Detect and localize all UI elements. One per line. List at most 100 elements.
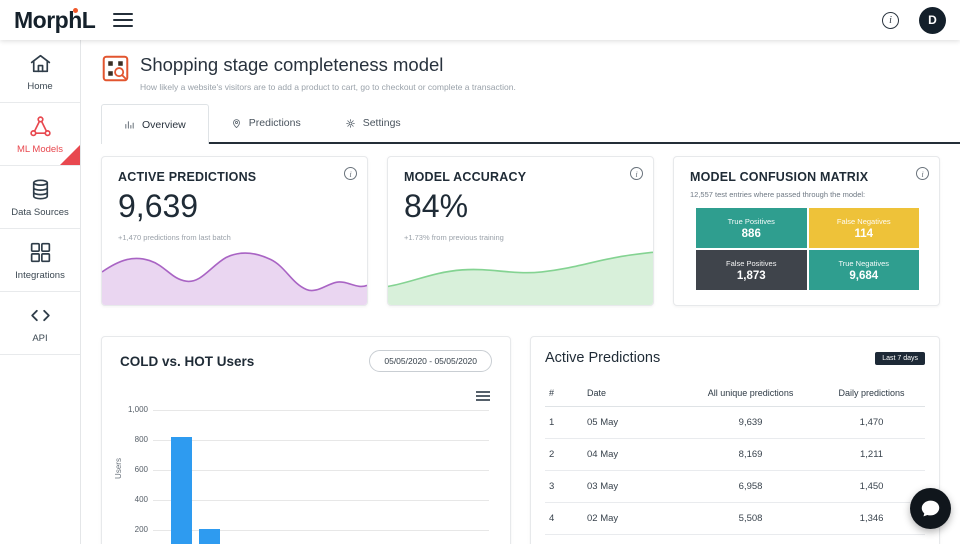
info-glyph: i — [635, 168, 638, 179]
user-avatar[interactable]: D — [919, 6, 946, 34]
predictions-table: # Date All unique predictions Daily pred… — [545, 380, 925, 535]
help-info-icon[interactable]: i — [882, 11, 899, 29]
last-7-days-badge: Last 7 days — [875, 352, 925, 365]
col-header-date: Date — [583, 380, 683, 407]
sidebar-item-home[interactable]: Home — [0, 40, 80, 103]
tab-label: Predictions — [248, 117, 301, 129]
y-tick: 400 — [134, 495, 148, 504]
plot-area — [153, 386, 489, 544]
cm-cell-false-positives: False Positives 1,873 — [696, 250, 807, 290]
y-tick: 800 — [134, 435, 148, 444]
chat-widget-button[interactable] — [910, 488, 951, 529]
active-predictions-panel: Active Predictions Last 7 days # Date Al… — [530, 336, 940, 544]
app-logo[interactable]: MorphL — [14, 6, 96, 34]
cm-cell-value: 9,684 — [849, 269, 879, 282]
info-icon[interactable]: i — [630, 167, 643, 180]
green-area-chart — [388, 251, 653, 305]
y-tick: 1,000 — [127, 405, 148, 414]
topbar: MorphL i D — [0, 0, 960, 40]
date-range-picker[interactable]: 05/05/2020 - 05/05/2020 — [369, 350, 492, 372]
tab-settings[interactable]: Settings — [322, 104, 423, 144]
cell-index: 4 — [545, 502, 583, 535]
cell-index: 3 — [545, 470, 583, 503]
card-title: ACTIVE PREDICTIONS — [118, 170, 257, 184]
cm-cell-false-negatives: False Negatives 114 — [808, 208, 919, 248]
sidebar-item-label: API — [32, 332, 48, 344]
info-icon[interactable]: i — [344, 167, 357, 180]
gear-icon — [345, 118, 355, 128]
integrations-icon — [30, 242, 50, 262]
cell-index: 2 — [545, 438, 583, 471]
col-header-all-unique: All unique predictions — [683, 380, 819, 407]
col-header-daily: Daily predictions — [818, 380, 925, 407]
cm-cell-true-positives: True Positives 886 — [696, 208, 807, 248]
cell-all-unique: 9,639 — [683, 406, 819, 439]
confusion-matrix-grid: True Positives 886 False Negatives 114 F… — [696, 208, 919, 290]
code-icon — [30, 309, 50, 321]
cm-cell-label: True Positives — [727, 216, 775, 226]
sidebar-item-data-sources[interactable]: Data Sources — [0, 166, 80, 229]
cell-date: 02 May — [583, 502, 683, 535]
cm-cell-label: False Negatives — [836, 216, 891, 226]
cm-cell-label: False Positives — [726, 258, 777, 268]
cell-index: 1 — [545, 406, 583, 439]
info-glyph: i — [921, 168, 924, 179]
cell-daily: 1,211 — [818, 438, 925, 471]
card-title: MODEL ACCURACY — [404, 170, 527, 184]
model-header-text: Shopping stage completeness model How li… — [140, 54, 516, 92]
tab-label: Settings — [362, 117, 401, 129]
cell-date: 03 May — [583, 470, 683, 503]
confusion-matrix-subtitle: 12,557 test entries where passed through… — [690, 190, 866, 199]
sidebar-item-label: Data Sources — [11, 206, 69, 218]
chat-bubble-icon — [921, 500, 940, 517]
sidebar-item-api[interactable]: API — [0, 292, 80, 355]
purple-area-chart — [102, 252, 367, 305]
cm-cell-true-negatives: True Negatives 9,684 — [808, 250, 919, 290]
tab-overview[interactable]: Overview — [101, 104, 209, 144]
y-tick: 200 — [134, 525, 148, 534]
sidebar-item-ml-models[interactable]: ML Models — [0, 103, 80, 166]
tab-bar-spacer — [81, 104, 101, 144]
page-title: Shopping stage completeness model — [140, 54, 444, 75]
card-title: MODEL CONFUSION MATRIX — [690, 170, 869, 184]
sidebar-item-label: Home — [27, 80, 53, 92]
card-confusion-matrix: MODEL CONFUSION MATRIX i 12,557 test ent… — [673, 156, 940, 306]
card-model-accuracy: MODEL ACCURACY i 84% +1.73% from previou… — [387, 156, 654, 306]
col-header-number: # — [545, 380, 583, 407]
info-glyph: i — [349, 168, 352, 179]
sidebar-item-label: ML Models — [16, 143, 64, 155]
card-active-predictions: ACTIVE PREDICTIONS i 9,639 +1,470 predic… — [101, 156, 368, 306]
cell-all-unique: 8,169 — [683, 438, 819, 471]
info-glyph: i — [889, 14, 892, 26]
y-tick: 600 — [134, 465, 148, 474]
model-thumbnail-icon — [101, 54, 130, 88]
database-icon — [32, 179, 48, 199]
stat-value: 84% — [404, 188, 469, 224]
stats-row: ACTIVE PREDICTIONS i 9,639 +1,470 predic… — [101, 156, 940, 306]
cell-daily: 1,470 — [818, 406, 925, 439]
logo-text: MorphL — [14, 6, 96, 33]
cm-cell-label: True Negatives — [838, 258, 890, 268]
panels-row: COLD vs. HOT Users 05/05/2020 - 05/05/20… — [101, 336, 940, 544]
bar-cold-users — [171, 437, 192, 544]
cm-cell-value: 114 — [854, 227, 874, 240]
cm-cell-value: 1,873 — [736, 269, 766, 282]
tab-label: Overview — [142, 118, 186, 131]
tab-predictions[interactable]: Predictions — [208, 104, 323, 144]
menu-hamburger-icon[interactable] — [113, 9, 134, 31]
page-subtitle: How likely a website's visitors are to a… — [140, 82, 516, 92]
cell-date: 04 May — [583, 438, 683, 471]
stat-note: +1.73% from previous training — [404, 233, 504, 242]
table-row: 2 04 May 8,169 1,211 — [545, 438, 925, 471]
sidebar-item-integrations[interactable]: Integrations — [0, 229, 80, 292]
cell-date: 05 May — [583, 406, 683, 439]
cell-all-unique: 6,958 — [683, 470, 819, 503]
cell-all-unique: 5,508 — [683, 502, 819, 535]
table-row: 1 05 May 9,639 1,470 — [545, 406, 925, 439]
info-icon[interactable]: i — [916, 167, 929, 180]
stat-value: 9,639 — [118, 188, 199, 224]
users-bar-chart: Users 1,000 800 600 400 200 — [114, 386, 492, 544]
avatar-initial: D — [928, 13, 937, 27]
tab-bar-filler — [422, 104, 960, 144]
active-item-marker — [60, 145, 80, 165]
